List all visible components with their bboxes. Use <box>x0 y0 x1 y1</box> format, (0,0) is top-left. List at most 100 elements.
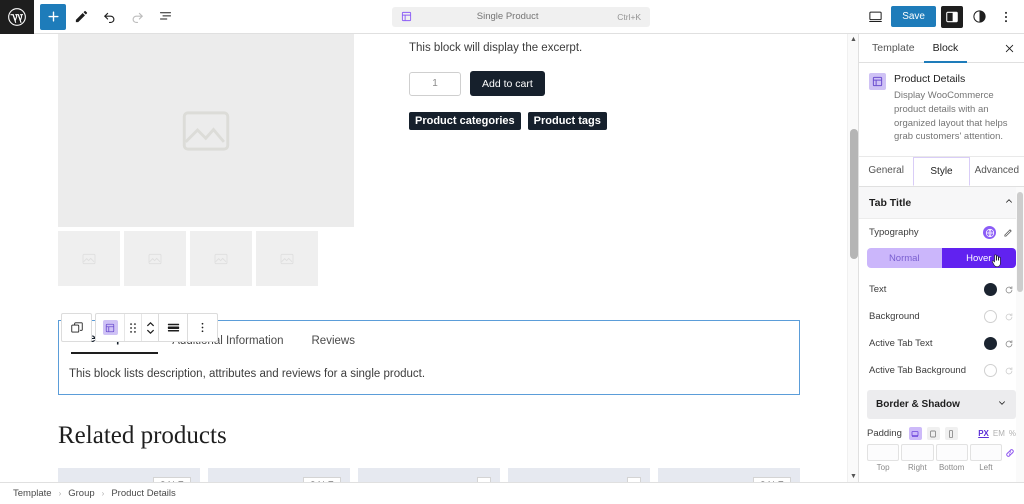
product-card[interactable]: SALE <box>58 468 200 482</box>
border-and-shadow-panel[interactable]: Border & Shadow <box>867 390 1016 420</box>
product-meta-tags: Product categories Product tags <box>409 112 800 130</box>
desktop-icon[interactable] <box>908 427 922 441</box>
color-row-active-tab-text: Active Tab Text <box>859 330 1024 357</box>
block-title: Product Details <box>894 73 966 85</box>
quantity-input[interactable] <box>409 71 461 96</box>
chevron-down-icon[interactable] <box>997 398 1007 411</box>
tab-reviews[interactable]: Reviews <box>298 335 369 354</box>
mobile-icon[interactable] <box>944 427 958 441</box>
scroll-up-arrow-icon[interactable]: ▲ <box>848 34 858 45</box>
block-options-ellipsis-icon[interactable] <box>188 314 217 341</box>
breadcrumb-item-product-details[interactable]: Product Details <box>111 488 175 499</box>
settings-sidebar-icon[interactable] <box>941 5 963 28</box>
link-sides-icon[interactable] <box>1004 448 1016 458</box>
product-details-block-icon <box>869 73 886 90</box>
subtab-style[interactable]: Style <box>913 157 970 187</box>
top-bar-right-tools: Save <box>864 5 1024 28</box>
typography-label: Typography <box>869 227 919 239</box>
gallery-thumb[interactable] <box>124 231 186 286</box>
active-tab-text-swatch[interactable] <box>984 337 997 351</box>
text-color-swatch[interactable] <box>984 283 997 297</box>
reset-icon[interactable] <box>1004 339 1014 349</box>
subtab-general[interactable]: General <box>859 157 913 186</box>
canvas-scrollbar-thumb[interactable] <box>849 129 858 259</box>
editor-top-bar: Single Product Ctrl+K Save <box>0 0 1024 34</box>
typography-row: Typography <box>859 219 1024 246</box>
wordpress-logo-icon[interactable] <box>0 0 34 34</box>
padding-top-input[interactable] <box>867 444 900 462</box>
padding-unit-percent[interactable]: % <box>1009 429 1016 438</box>
sidebar-scroll-region: Tab Title Typography Normal Hover Text B… <box>859 187 1024 482</box>
sidebar-tab-template[interactable]: Template <box>863 34 924 63</box>
product-excerpt: This block will display the excerpt. <box>409 42 583 54</box>
padding-label-left: Left <box>979 463 993 473</box>
breadcrumb-item-group[interactable]: Group <box>68 488 94 499</box>
options-ellipsis-icon[interactable] <box>995 6 1017 28</box>
gallery-thumb[interactable] <box>190 231 252 286</box>
background-color-swatch[interactable] <box>984 310 997 324</box>
color-row-text: Text <box>859 276 1024 303</box>
sidebar-scrollbar-thumb[interactable] <box>1017 192 1023 293</box>
reset-icon[interactable] <box>1004 312 1014 322</box>
subtab-advanced[interactable]: Advanced <box>970 157 1024 186</box>
add-to-cart-button[interactable]: Add to cart <box>470 71 545 96</box>
section-tab-title[interactable]: Tab Title <box>859 187 1024 220</box>
product-card[interactable]: SALE <box>658 468 800 482</box>
padding-unit-px[interactable]: PX <box>978 429 989 438</box>
padding-control: Padding PX EM % Top Right Bottom Left <box>859 425 1024 478</box>
global-typography-icon[interactable] <box>983 226 996 240</box>
product-details-block-icon[interactable] <box>96 314 125 341</box>
select-parent-group <box>61 313 92 342</box>
save-button[interactable]: Save <box>891 6 936 27</box>
undo-button[interactable] <box>96 4 122 30</box>
padding-header: Padding PX EM % <box>867 427 1016 441</box>
sidebar-tab-block[interactable]: Block <box>924 34 968 63</box>
align-full-width-icon[interactable] <box>159 314 188 341</box>
tablet-icon[interactable] <box>926 427 940 441</box>
state-toggle-hover-label: Hover <box>966 252 992 264</box>
padding-left-input[interactable] <box>969 444 1002 462</box>
close-icon[interactable] <box>998 37 1020 59</box>
pencil-edit-icon[interactable] <box>1003 227 1014 238</box>
padding-bottom-input[interactable] <box>935 444 968 462</box>
editor-body: This block will display the excerpt. Add… <box>0 34 1024 482</box>
block-controls-group <box>95 313 218 342</box>
sidebar-scrollbar[interactable] <box>1016 187 1024 482</box>
border-and-shadow-label: Border & Shadow <box>876 399 960 411</box>
select-parent-block-icon[interactable] <box>62 314 91 341</box>
scroll-down-arrow-icon[interactable]: ▼ <box>848 471 858 482</box>
canvas-scrollbar[interactable]: ▲ ▼ <box>847 34 858 482</box>
color-row-active-tab-background: Active Tab Background <box>859 357 1024 384</box>
padding-unit-em[interactable]: EM <box>993 429 1005 438</box>
gallery-thumb[interactable] <box>256 231 318 286</box>
gallery-main-image-placeholder[interactable] <box>58 34 354 227</box>
reset-icon[interactable] <box>1004 366 1014 376</box>
hand-cursor-icon <box>991 254 1001 268</box>
move-up-down-icon[interactable] <box>142 314 159 341</box>
add-block-button[interactable] <box>40 3 66 30</box>
desktop-preview-icon[interactable] <box>864 6 886 28</box>
padding-label: Padding <box>867 428 902 440</box>
reset-icon[interactable] <box>1004 285 1014 295</box>
padding-right-input[interactable] <box>901 444 934 462</box>
product-categories-chip[interactable]: Product categories <box>409 112 521 130</box>
product-card[interactable] <box>508 468 650 482</box>
chevron-up-icon[interactable] <box>1004 196 1014 209</box>
drag-handle-icon[interactable] <box>125 314 142 341</box>
related-products-heading: Related products <box>58 422 227 449</box>
gallery-thumb[interactable] <box>58 231 120 286</box>
product-card[interactable] <box>358 468 500 482</box>
state-toggle-normal[interactable]: Normal <box>867 248 942 269</box>
state-toggle-hover[interactable]: Hover <box>941 248 1016 269</box>
command-bar[interactable]: Single Product Ctrl+K <box>392 6 651 27</box>
padding-label-bottom: Bottom <box>938 463 965 473</box>
active-tab-background-swatch[interactable] <box>984 364 997 378</box>
styles-contrast-icon[interactable] <box>968 6 990 28</box>
padding-units: PX EM % <box>978 429 1016 438</box>
redo-button[interactable] <box>124 4 150 30</box>
breadcrumb-item-template[interactable]: Template <box>13 488 52 499</box>
product-card[interactable]: SALE <box>208 468 350 482</box>
list-view-button[interactable] <box>152 4 178 30</box>
product-tags-chip[interactable]: Product tags <box>527 112 607 130</box>
edit-mode-button[interactable] <box>68 4 94 30</box>
